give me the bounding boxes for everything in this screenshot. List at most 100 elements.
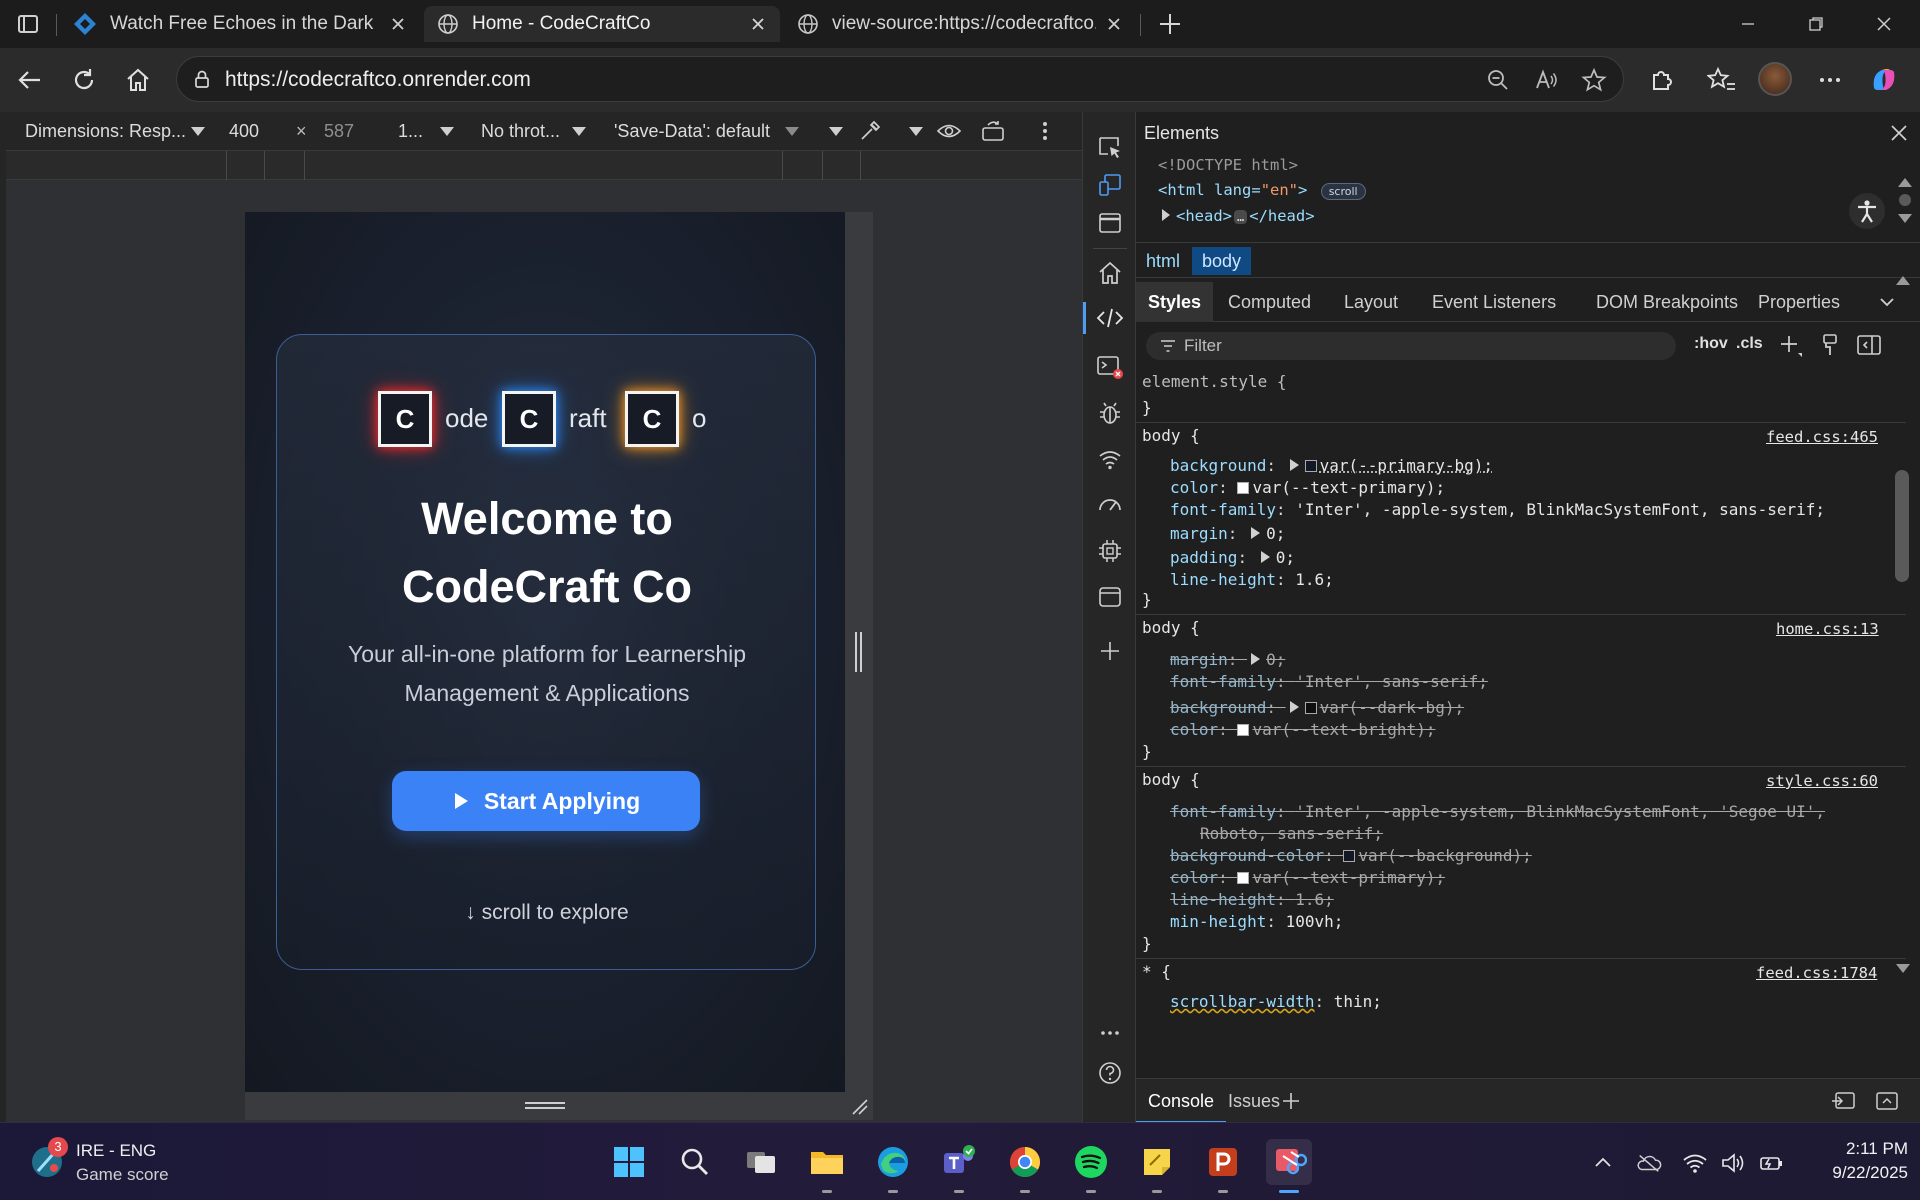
tab-computed[interactable]: Computed	[1216, 282, 1323, 322]
css-declaration[interactable]: background: var(--primary-bg);	[1170, 456, 1493, 475]
height-input[interactable]: 587	[324, 121, 354, 142]
close-tab-icon[interactable]	[388, 14, 408, 34]
search-button[interactable]	[672, 1139, 718, 1185]
taskbar-powerpoint[interactable]	[1200, 1139, 1246, 1193]
drawer-tab-console[interactable]: Console	[1136, 1079, 1227, 1123]
expand-drawer-icon[interactable]	[1874, 1090, 1900, 1112]
css-declaration[interactable]: scrollbar-width: thin;	[1170, 992, 1382, 1011]
home-button[interactable]	[120, 62, 156, 98]
memory-chip-icon[interactable]	[1091, 532, 1129, 570]
chevron-down-icon[interactable]	[1878, 294, 1896, 310]
zoom-select[interactable]: 1...	[398, 121, 423, 142]
dom-html-node[interactable]: <html lang="en"> scroll	[1158, 181, 1366, 200]
rule-selector[interactable]: body {	[1142, 618, 1200, 637]
throttle-select[interactable]: No throt...	[481, 121, 560, 142]
accessibility-icon[interactable]	[1848, 192, 1886, 230]
css-declaration[interactable]: font-family: 'Inter', -apple-system, Bli…	[1170, 802, 1825, 821]
resize-corner-icon[interactable]	[849, 1096, 869, 1116]
elements-code-icon[interactable]	[1091, 299, 1129, 337]
throttle-dropdown-icon[interactable]	[572, 127, 586, 136]
css-declaration[interactable]: margin: 0;	[1170, 524, 1285, 543]
more-tools-icon[interactable]	[1091, 1014, 1129, 1052]
resize-handle-bottom[interactable]	[245, 1092, 868, 1120]
application-icon[interactable]	[1091, 578, 1129, 616]
tab-watch-free[interactable]: Watch Free Echoes in the Dark Fu	[60, 6, 420, 42]
read-aloud-icon[interactable]	[1533, 67, 1559, 93]
battery-icon[interactable]	[1758, 1150, 1784, 1176]
css-declaration[interactable]: color: var(--text-primary);	[1170, 478, 1445, 497]
onedrive-icon[interactable]	[1636, 1150, 1662, 1176]
dimensions-select[interactable]: Dimensions: Resp...	[25, 121, 186, 142]
save-data-select[interactable]: 'Save-Data': default	[614, 121, 770, 142]
css-declaration[interactable]: color: var(--text-bright);	[1170, 720, 1435, 739]
restore-button[interactable]	[1788, 6, 1844, 42]
rule-selector[interactable]: * {	[1142, 962, 1171, 981]
sources-bug-icon[interactable]	[1091, 394, 1129, 432]
paint-brush-icon[interactable]	[1818, 333, 1842, 357]
performance-gauge-icon[interactable]	[1091, 486, 1129, 524]
favorites-icon[interactable]	[1704, 62, 1740, 98]
new-tab-button[interactable]	[1154, 8, 1186, 40]
profile-avatar[interactable]	[1758, 62, 1792, 96]
rule-selector[interactable]: body {	[1142, 426, 1200, 445]
close-devtools-icon[interactable]	[1888, 122, 1910, 144]
extensions-icon[interactable]	[1644, 62, 1680, 98]
css-declaration[interactable]: padding: 0;	[1170, 548, 1295, 567]
welcome-home-icon[interactable]	[1091, 254, 1129, 292]
rule-source-link[interactable]: feed.css:465	[1766, 428, 1878, 446]
styles-filter-input[interactable]: Filter	[1146, 332, 1676, 360]
device-emulation-icon[interactable]	[1091, 166, 1129, 204]
taskbar-sticky-notes[interactable]	[1134, 1139, 1180, 1193]
back-button[interactable]	[12, 62, 48, 98]
breadcrumb-body[interactable]: body	[1192, 247, 1252, 275]
rotate-icon[interactable]	[980, 118, 1006, 144]
dimensions-dropdown-icon[interactable]	[191, 127, 205, 136]
clock[interactable]: 2:11 PM 9/22/2025	[1796, 1137, 1908, 1187]
show-hidden-icons[interactable]	[1590, 1150, 1616, 1176]
tab-dom-breakpoints[interactable]: DOM Breakpoints	[1584, 282, 1750, 322]
tab-actions-icon[interactable]	[14, 10, 42, 38]
more-dropdown-icon[interactable]	[829, 127, 843, 136]
more-menu-icon[interactable]	[1812, 62, 1848, 98]
tab-styles[interactable]: Styles	[1136, 282, 1214, 322]
rule-source-link[interactable]: feed.css:1784	[1756, 964, 1877, 982]
css-declaration[interactable]: line-height: 1.6;	[1170, 890, 1334, 909]
tab-layout[interactable]: Layout	[1332, 282, 1410, 322]
scroll-badge[interactable]: scroll	[1320, 183, 1366, 200]
minimize-button[interactable]	[1720, 6, 1776, 42]
hov-toggle[interactable]: :hov	[1694, 335, 1728, 353]
css-declaration[interactable]: background: var(--dark-bg);	[1170, 698, 1464, 717]
css-declaration[interactable]: line-height: 1.6;	[1170, 570, 1334, 589]
taskbar-chrome[interactable]	[1002, 1139, 1048, 1193]
browser-window-icon[interactable]	[1091, 204, 1129, 242]
add-tool-icon[interactable]	[1091, 632, 1129, 670]
close-tab-icon[interactable]	[1104, 14, 1124, 34]
styles-scrollbar-thumb[interactable]	[1895, 470, 1909, 582]
save-data-dropdown-icon[interactable]	[785, 127, 799, 136]
dom-doctype[interactable]: <!DOCTYPE html>	[1158, 156, 1298, 174]
rule-source-link[interactable]: home.css:13	[1776, 620, 1879, 638]
media-query-ruler[interactable]	[6, 150, 1082, 181]
close-tab-icon[interactable]	[748, 14, 768, 34]
eyedropper-icon[interactable]	[858, 119, 882, 143]
wifi-icon[interactable]	[1682, 1150, 1708, 1176]
css-declaration[interactable]: font-family: 'Inter', sans-serif;	[1170, 672, 1488, 691]
close-window-button[interactable]	[1856, 6, 1912, 42]
taskbar-file-explorer[interactable]	[804, 1139, 850, 1193]
vision-deficiency-icon[interactable]	[936, 120, 962, 142]
eyedropper-dropdown-icon[interactable]	[909, 127, 923, 136]
taskbar-edge[interactable]	[870, 1139, 916, 1193]
width-input[interactable]: 400	[229, 121, 259, 142]
styles-scroll-down[interactable]	[1896, 964, 1910, 973]
zoom-dropdown-icon[interactable]	[440, 127, 454, 136]
device-more-icon[interactable]	[1040, 119, 1050, 143]
tab-view-source[interactable]: view-source:https://codecraftco.o	[784, 6, 1136, 42]
start-button[interactable]	[606, 1139, 652, 1185]
styles-scroll-up[interactable]	[1896, 276, 1910, 285]
tab-event-listeners[interactable]: Event Listeners	[1420, 282, 1568, 322]
zoom-out-icon[interactable]	[1485, 67, 1511, 93]
weather-widget[interactable]: 3 IRE - ENG Game score	[28, 1137, 188, 1187]
console-icon[interactable]	[1091, 348, 1129, 386]
css-declaration[interactable]: background-color: var(--background);	[1170, 846, 1532, 865]
inspect-element-icon[interactable]	[1091, 128, 1129, 166]
